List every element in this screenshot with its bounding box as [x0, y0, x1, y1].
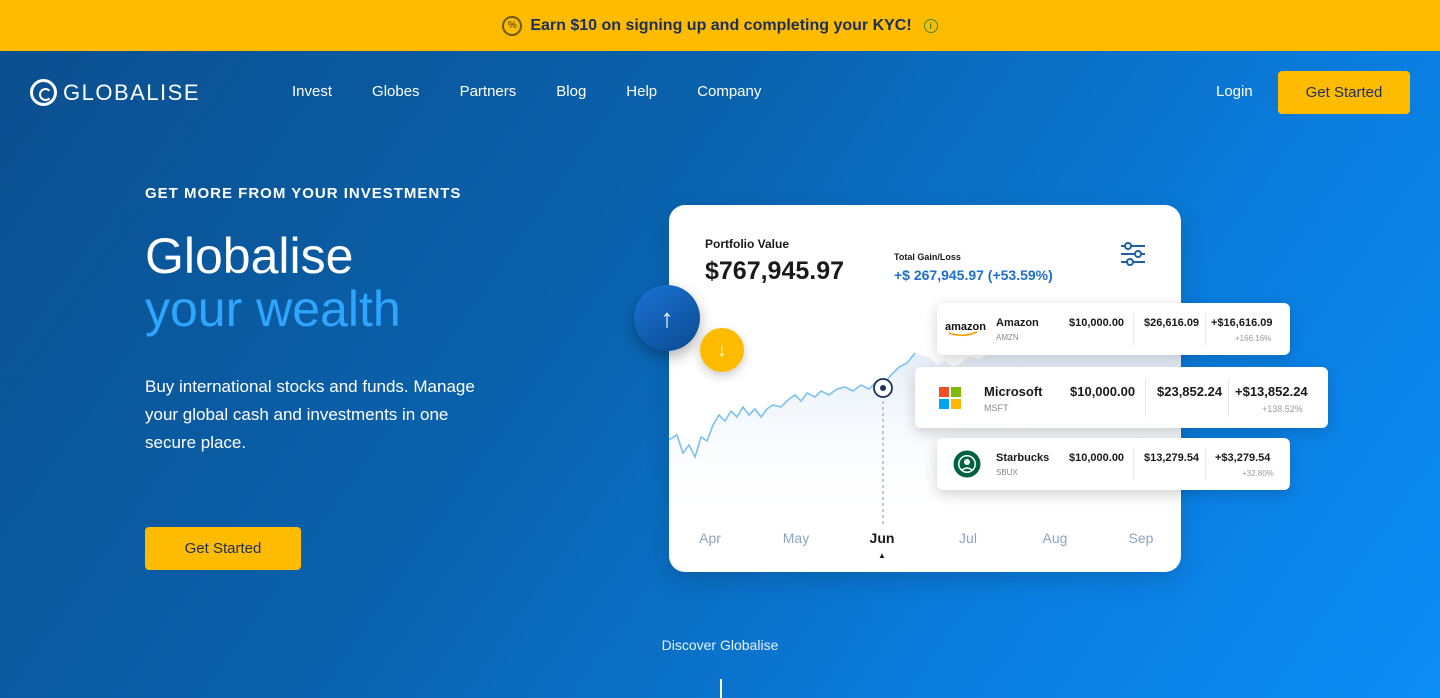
holding-card-starbucks[interactable]: Starbucks SBUX $10,000.00 $13,279.54 +$3…	[937, 438, 1290, 490]
hero-title-line2: your wealth	[145, 281, 401, 337]
gain-loss-value: +$ 267,945.97 (+53.59%)	[894, 267, 1053, 283]
month-may[interactable]: May	[783, 530, 809, 546]
promo-text: Earn $10 on signing up and completing yo…	[530, 16, 912, 34]
microsoft-logo-icon	[939, 387, 961, 409]
svg-text:amazon: amazon	[945, 321, 986, 333]
percent-badge-icon: %	[502, 15, 523, 36]
hero-description: Buy international stocks and funds. Mana…	[145, 377, 475, 452]
hero-get-started-button[interactable]: Get Started	[145, 527, 301, 570]
month-axis: Apr May Jun Jul Aug Sep	[669, 530, 1181, 550]
divider	[1205, 448, 1206, 480]
holding-name: Microsoft	[984, 384, 1043, 399]
filter-sliders-icon[interactable]	[1119, 241, 1147, 267]
portfolio-value: $767,945.97	[705, 257, 845, 285]
holding-gain-pct: +138.52%	[1262, 404, 1303, 414]
holding-gain-pct: +32.80%	[1242, 469, 1274, 478]
nav-link-globes[interactable]: Globes	[372, 83, 420, 100]
info-icon[interactable]: i	[923, 18, 938, 33]
portfolio-value-label: Portfolio Value	[705, 237, 790, 251]
arrow-up-icon: ↑	[634, 285, 700, 351]
nav-get-started-button[interactable]: Get Started	[1278, 71, 1410, 114]
holding-ticker: MSFT	[984, 403, 1009, 413]
divider	[1228, 379, 1229, 417]
divider	[1145, 379, 1146, 417]
arrow-down-icon: ↓	[700, 328, 744, 372]
nav-link-blog[interactable]: Blog	[556, 83, 586, 100]
divider	[1205, 313, 1206, 345]
active-month-caret-icon: ▲	[878, 551, 886, 560]
holding-current: $26,616.09	[1144, 317, 1200, 329]
nav-links: Invest Globes Partners Blog Help Company	[292, 83, 761, 100]
starbucks-logo-icon	[953, 450, 981, 478]
globalise-logo-icon	[30, 79, 57, 106]
divider	[1133, 313, 1134, 345]
hero-title-line1: Globalise	[145, 228, 354, 284]
month-jul[interactable]: Jul	[959, 530, 977, 546]
brand-logo[interactable]: GLOBALISE	[30, 79, 200, 106]
login-link[interactable]: Login	[1216, 83, 1253, 100]
amazon-logo-icon: amazon	[945, 321, 986, 337]
promo-banner[interactable]: % Earn $10 on signing up and completing …	[0, 0, 1440, 51]
divider	[1133, 448, 1134, 480]
month-aug[interactable]: Aug	[1043, 530, 1068, 546]
holding-gain: +$3,279.54	[1215, 452, 1271, 464]
holding-card-amazon[interactable]: amazon Amazon AMZN $10,000.00 $26,616.09…	[937, 303, 1290, 355]
holding-gain: +$13,852.24	[1235, 384, 1308, 399]
nav-link-help[interactable]: Help	[626, 83, 657, 100]
holding-name: Amazon	[996, 317, 1039, 329]
holding-ticker: SBUX	[996, 468, 1018, 477]
holding-invested: $10,000.00	[1069, 452, 1125, 464]
holding-card-microsoft[interactable]: Microsoft MSFT $10,000.00 $23,852.24 +$1…	[915, 367, 1328, 428]
nav-link-invest[interactable]: Invest	[292, 83, 332, 100]
brand-name: GLOBALISE	[63, 79, 201, 105]
hero-eyebrow: GET MORE FROM YOUR INVESTMENTS	[145, 185, 462, 202]
hero-section: GLOBALISE Invest Globes Partners Blog He…	[0, 51, 1440, 698]
nav-link-partners[interactable]: Partners	[460, 83, 517, 100]
month-jun[interactable]: Jun	[870, 530, 895, 546]
gain-loss-label: Total Gain/Loss	[894, 252, 961, 262]
scroll-indicator	[720, 679, 722, 698]
month-sep[interactable]: Sep	[1129, 530, 1154, 546]
holding-current: $13,279.54	[1144, 452, 1200, 464]
discover-link[interactable]: Discover Globalise	[0, 637, 1440, 653]
nav-link-company[interactable]: Company	[697, 83, 761, 100]
holding-invested: $10,000.00	[1070, 384, 1136, 399]
holding-invested: $10,000.00	[1069, 317, 1125, 329]
holding-gain-pct: +166.16%	[1235, 334, 1272, 343]
holding-gain: +$16,616.09	[1211, 317, 1273, 329]
holding-ticker: AMZN	[996, 333, 1019, 342]
month-apr[interactable]: Apr	[699, 530, 721, 546]
holding-current: $23,852.24	[1157, 384, 1223, 399]
top-nav: GLOBALISE Invest Globes Partners Blog He…	[0, 71, 1440, 115]
holding-name: Starbucks	[996, 452, 1050, 464]
